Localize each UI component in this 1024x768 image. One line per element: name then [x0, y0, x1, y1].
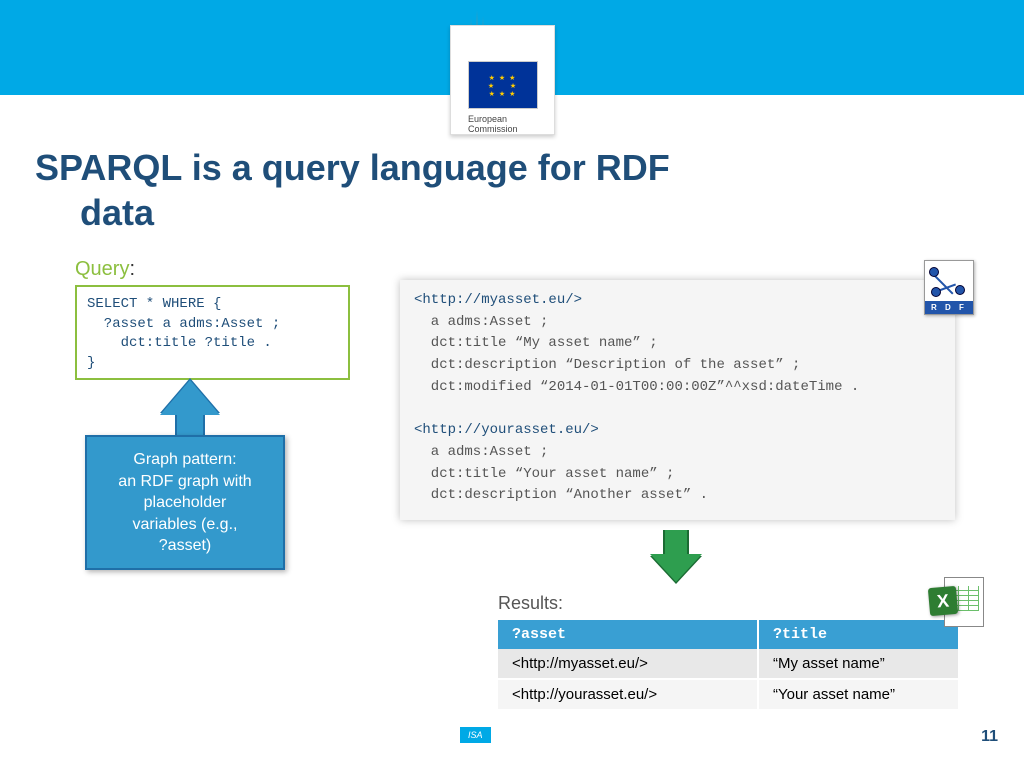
page-number: 11 [981, 728, 998, 746]
rdf-icon: R D F [924, 260, 974, 315]
eu-flag-icon: ★ ★ ★★ ★★ ★ ★ [468, 61, 538, 109]
title-line-1: SPARQL is a query language for RDF [35, 147, 670, 188]
isa-badge: ISA [460, 727, 491, 743]
results-label: Results: [498, 593, 563, 614]
col-title: ?title [758, 620, 958, 649]
query-code-box: SELECT * WHERE { ?asset a adms:Asset ; d… [75, 285, 350, 380]
title-line-2: data [35, 190, 935, 235]
results-table: ?asset ?title <http://myasset.eu/> “My a… [498, 620, 958, 711]
rdf-data-box: <http://myasset.eu/> a adms:Asset ; dct:… [400, 280, 955, 520]
ec-logo: ★ ★ ★★ ★★ ★ ★ European Commission [450, 25, 555, 135]
excel-icon: X [929, 575, 984, 630]
slide-title: SPARQL is a query language for RDF data [35, 145, 935, 235]
table-header-row: ?asset ?title [498, 620, 958, 649]
query-label: Query: [75, 258, 135, 281]
col-asset: ?asset [498, 620, 758, 649]
ec-label-2: Commission [451, 124, 554, 134]
table-row: <http://yourasset.eu/> “Your asset name” [498, 679, 958, 710]
table-row: <http://myasset.eu/> “My asset name” [498, 649, 958, 679]
arrow-down-icon [650, 530, 702, 582]
ec-label-1: European [451, 114, 554, 124]
graph-pattern-callout: Graph pattern: an RDF graph with placeho… [85, 435, 285, 570]
